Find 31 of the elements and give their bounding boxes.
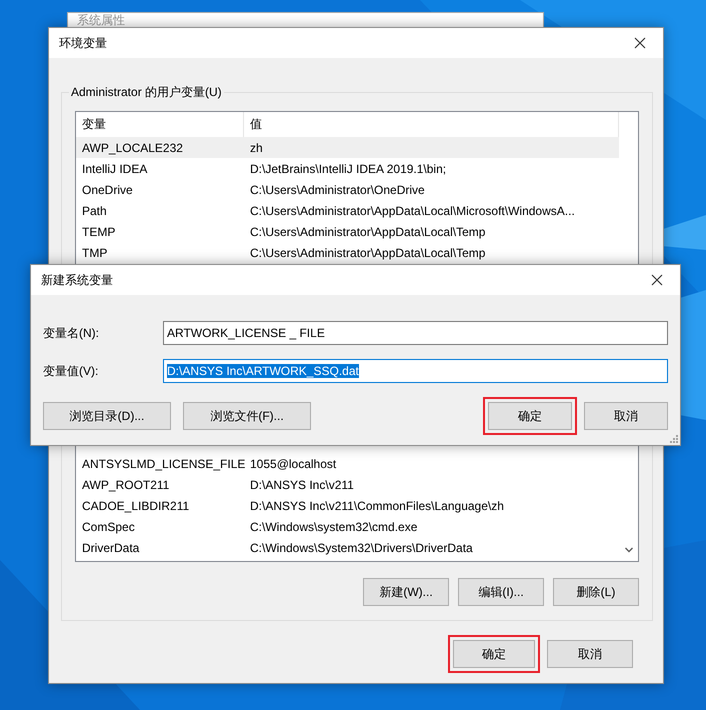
list-row[interactable]: IntelliJ IDEA D:\JetBrains\IntelliJ IDEA 2019.1\bin; bbox=[76, 158, 619, 179]
push-button[interactable]: 取消 bbox=[547, 640, 633, 668]
close-icon bbox=[651, 274, 663, 286]
push-button[interactable]: 确定 bbox=[488, 402, 572, 430]
list-row[interactable]: TMP C:\Users\Administrator\AppData\Local\Temp bbox=[76, 242, 619, 263]
list-row[interactable]: ANTSYSLMD_LICENSE_FILE 1055@localhost bbox=[76, 453, 619, 474]
input-field[interactable]: ARTWORK_LICENSE _ FILE bbox=[163, 321, 668, 345]
window-title: 新建系统变量 bbox=[40, 272, 114, 288]
list-row[interactable]: OneDrive C:\Users\Administrator\OneDrive bbox=[76, 179, 619, 200]
list-row[interactable]: AWP_LOCALE232 zh bbox=[76, 137, 619, 158]
list-row[interactable]: TEMP C:\Users\Administrator\AppData\Local\Temp bbox=[76, 221, 619, 242]
field-label: 变量值(V): bbox=[42, 362, 100, 380]
push-button[interactable]: 编辑(I)... bbox=[458, 578, 544, 606]
push-button[interactable]: 新建(W)... bbox=[363, 578, 449, 606]
push-button[interactable]: 确定 bbox=[453, 640, 535, 668]
push-button[interactable]: 浏览文件(F)... bbox=[183, 402, 311, 430]
list-row[interactable]: CADOE_LIBDIR211 D:\ANSYS Inc\v211\CommonFiles\Language\zh bbox=[76, 495, 619, 516]
push-button[interactable]: 取消 bbox=[584, 402, 668, 430]
input-field[interactable]: D:\ANSYS Inc\ARTWORK_SSQ.dat bbox=[163, 359, 668, 383]
window-title: 环境变量 bbox=[58, 34, 108, 52]
list-row[interactable]: DriverData C:\Windows\System32\Drivers\DriverData bbox=[76, 537, 619, 558]
list-row[interactable]: Path C:\Users\Administrator\AppData\Local\Microsoft\WindowsA... bbox=[76, 200, 619, 221]
field-label: 变量名(N): bbox=[42, 324, 100, 342]
list-row[interactable]: AWP_ROOT211 D:\ANSYS Inc\v211 bbox=[76, 474, 619, 495]
list-row[interactable]: ComSpec C:\Windows\system32\cmd.exe bbox=[76, 516, 619, 537]
window-title: 系统属性 bbox=[76, 13, 125, 27]
group-label: Administrator 的用户变量(U) bbox=[69, 84, 224, 101]
close-icon bbox=[634, 37, 646, 49]
resize-grip-icon[interactable] bbox=[670, 435, 678, 443]
push-button[interactable]: 浏览目录(D)... bbox=[43, 402, 171, 430]
push-button[interactable]: 删除(L) bbox=[553, 578, 639, 606]
